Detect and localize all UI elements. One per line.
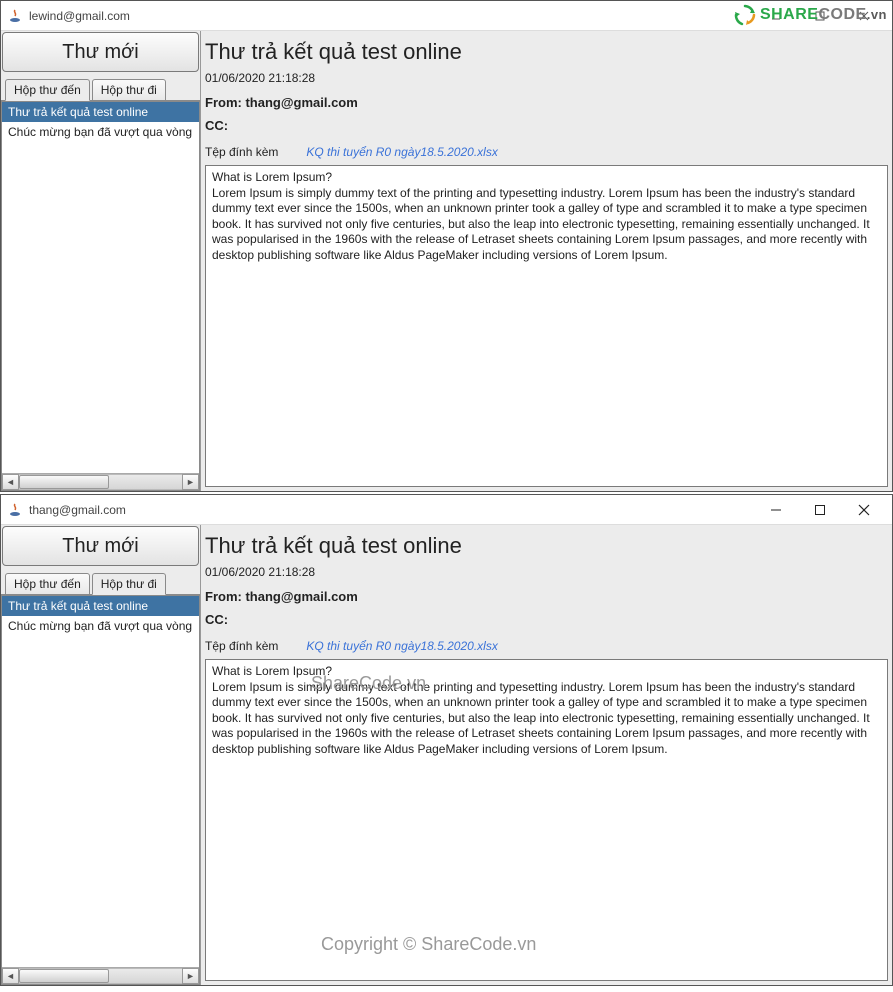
mail-list[interactable]: Thư trả kết quả test online Chúc mừng bạ… bbox=[1, 595, 200, 985]
close-button[interactable] bbox=[842, 2, 886, 30]
scroll-track[interactable] bbox=[19, 474, 182, 490]
tab-sent[interactable]: Hộp thư đi bbox=[92, 573, 166, 595]
cc-line: CC: bbox=[205, 608, 888, 631]
mail-row[interactable]: Chúc mừng bạn đã vượt qua vòng bbox=[2, 616, 199, 636]
scroll-right-button[interactable]: ► bbox=[182, 474, 199, 490]
from-line: From: thang@gmail.com bbox=[205, 585, 888, 608]
mail-body[interactable]: What is Lorem Ipsum? Lorem Ipsum is simp… bbox=[205, 165, 888, 487]
window-title: thang@gmail.com bbox=[29, 503, 754, 517]
mail-timestamp: 01/06/2020 21:18:28 bbox=[205, 563, 888, 585]
java-icon bbox=[7, 8, 23, 24]
compose-label: Thư mới bbox=[62, 535, 139, 558]
scroll-right-button[interactable]: ► bbox=[182, 968, 199, 984]
window-controls bbox=[754, 2, 886, 30]
compose-button[interactable]: Thư mới bbox=[2, 526, 199, 566]
maximize-button[interactable] bbox=[798, 496, 842, 524]
from-value: thang@gmail.com bbox=[245, 589, 357, 604]
left-panel: Thư mới Hộp thư đến Hộp thư đi Thư trả k… bbox=[1, 525, 201, 985]
mail-body[interactable]: What is Lorem Ipsum? Lorem Ipsum is simp… bbox=[205, 659, 888, 981]
attachment-label: Tệp đính kèm bbox=[205, 639, 278, 653]
folder-tabs: Hộp thư đến Hộp thư đi bbox=[1, 567, 200, 595]
scroll-thumb[interactable] bbox=[19, 475, 109, 489]
window-title: lewind@gmail.com bbox=[29, 9, 754, 23]
mail-list[interactable]: Thư trả kết quả test online Chúc mừng bạ… bbox=[1, 101, 200, 491]
close-button[interactable] bbox=[842, 496, 886, 524]
titlebar[interactable]: thang@gmail.com bbox=[1, 495, 892, 525]
from-value: thang@gmail.com bbox=[245, 95, 357, 110]
mail-row[interactable]: Thư trả kết quả test online bbox=[2, 596, 199, 616]
from-label: From: bbox=[205, 589, 245, 604]
minimize-button[interactable] bbox=[754, 496, 798, 524]
attachment-row: Tệp đính kèm KQ thi tuyển R0 ngày18.5.20… bbox=[205, 137, 888, 165]
compose-label: Thư mới bbox=[62, 41, 139, 64]
scroll-left-button[interactable]: ◄ bbox=[2, 474, 19, 490]
horizontal-scrollbar[interactable]: ◄ ► bbox=[2, 473, 199, 490]
maximize-button[interactable] bbox=[798, 2, 842, 30]
tab-inbox[interactable]: Hộp thư đến bbox=[5, 79, 90, 101]
page: SHARECODE.vn lewind@gmail.com Thư mới Hộ… bbox=[0, 0, 893, 986]
from-line: From: thang@gmail.com bbox=[205, 91, 888, 114]
window-2: thang@gmail.com Thư mới Hộp thư đến Hộp … bbox=[0, 494, 893, 986]
left-panel: Thư mới Hộp thư đến Hộp thư đi Thư trả k… bbox=[1, 31, 201, 491]
folder-tabs: Hộp thư đến Hộp thư đi bbox=[1, 73, 200, 101]
window-body: Thư mới Hộp thư đến Hộp thư đi Thư trả k… bbox=[1, 31, 892, 491]
tab-inbox[interactable]: Hộp thư đến bbox=[5, 573, 90, 595]
cc-line: CC: bbox=[205, 114, 888, 137]
tab-sent[interactable]: Hộp thư đi bbox=[92, 79, 166, 101]
from-label: From: bbox=[205, 95, 245, 110]
cc-label: CC: bbox=[205, 612, 228, 627]
scroll-track[interactable] bbox=[19, 968, 182, 984]
attachment-link[interactable]: KQ thi tuyển R0 ngày18.5.2020.xlsx bbox=[306, 145, 497, 159]
window-1: lewind@gmail.com Thư mới Hộp thư đến Hộp… bbox=[0, 0, 893, 492]
scroll-thumb[interactable] bbox=[19, 969, 109, 983]
attachment-row: Tệp đính kèm KQ thi tuyển R0 ngày18.5.20… bbox=[205, 631, 888, 659]
mail-subject: Thư trả kết quả test online bbox=[205, 527, 888, 563]
compose-button[interactable]: Thư mới bbox=[2, 32, 199, 72]
java-icon bbox=[7, 502, 23, 518]
mail-detail: Thư trả kết quả test online 01/06/2020 2… bbox=[201, 31, 892, 491]
titlebar[interactable]: lewind@gmail.com bbox=[1, 1, 892, 31]
horizontal-scrollbar[interactable]: ◄ ► bbox=[2, 967, 199, 984]
mail-subject: Thư trả kết quả test online bbox=[205, 33, 888, 69]
scroll-left-button[interactable]: ◄ bbox=[2, 968, 19, 984]
window-body: Thư mới Hộp thư đến Hộp thư đi Thư trả k… bbox=[1, 525, 892, 985]
cc-label: CC: bbox=[205, 118, 228, 133]
attachment-link[interactable]: KQ thi tuyển R0 ngày18.5.2020.xlsx bbox=[306, 639, 497, 653]
window-controls bbox=[754, 496, 886, 524]
attachment-label: Tệp đính kèm bbox=[205, 145, 278, 159]
mail-timestamp: 01/06/2020 21:18:28 bbox=[205, 69, 888, 91]
mail-row[interactable]: Thư trả kết quả test online bbox=[2, 102, 199, 122]
mail-row[interactable]: Chúc mừng bạn đã vượt qua vòng bbox=[2, 122, 199, 142]
minimize-button[interactable] bbox=[754, 2, 798, 30]
mail-detail: Thư trả kết quả test online 01/06/2020 2… bbox=[201, 525, 892, 985]
